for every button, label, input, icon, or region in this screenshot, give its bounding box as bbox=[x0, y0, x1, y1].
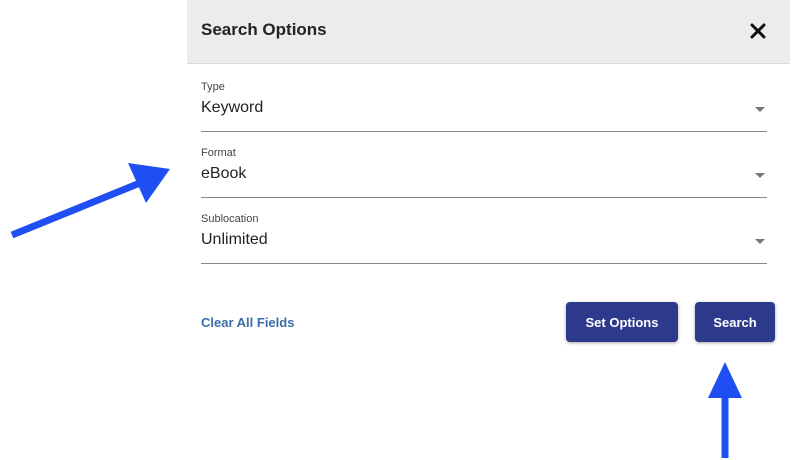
search-button[interactable]: Search bbox=[695, 302, 775, 342]
close-button[interactable] bbox=[747, 20, 769, 42]
panel-title: Search Options bbox=[201, 20, 327, 39]
search-options-panel: Search Options Type Keyword Format eBook… bbox=[187, 0, 790, 460]
close-icon bbox=[750, 23, 766, 39]
type-label: Type bbox=[201, 81, 225, 93]
sublocation-label: Sublocation bbox=[201, 213, 259, 225]
clear-all-fields-link[interactable]: Clear All Fields bbox=[201, 315, 294, 330]
chevron-down-icon bbox=[755, 239, 765, 244]
format-value: eBook bbox=[201, 165, 247, 182]
panel-header: Search Options bbox=[187, 0, 790, 64]
chevron-down-icon bbox=[755, 107, 765, 112]
annotation-arrow-format bbox=[10, 163, 170, 239]
sublocation-value: Unlimited bbox=[201, 231, 268, 248]
format-select[interactable]: Format eBook bbox=[201, 147, 767, 198]
chevron-down-icon bbox=[755, 173, 765, 178]
sublocation-select[interactable]: Sublocation Unlimited bbox=[201, 213, 767, 264]
format-label: Format bbox=[201, 147, 236, 159]
type-select[interactable]: Type Keyword bbox=[201, 81, 767, 132]
type-value: Keyword bbox=[201, 99, 264, 116]
set-options-button[interactable]: Set Options bbox=[566, 302, 678, 342]
